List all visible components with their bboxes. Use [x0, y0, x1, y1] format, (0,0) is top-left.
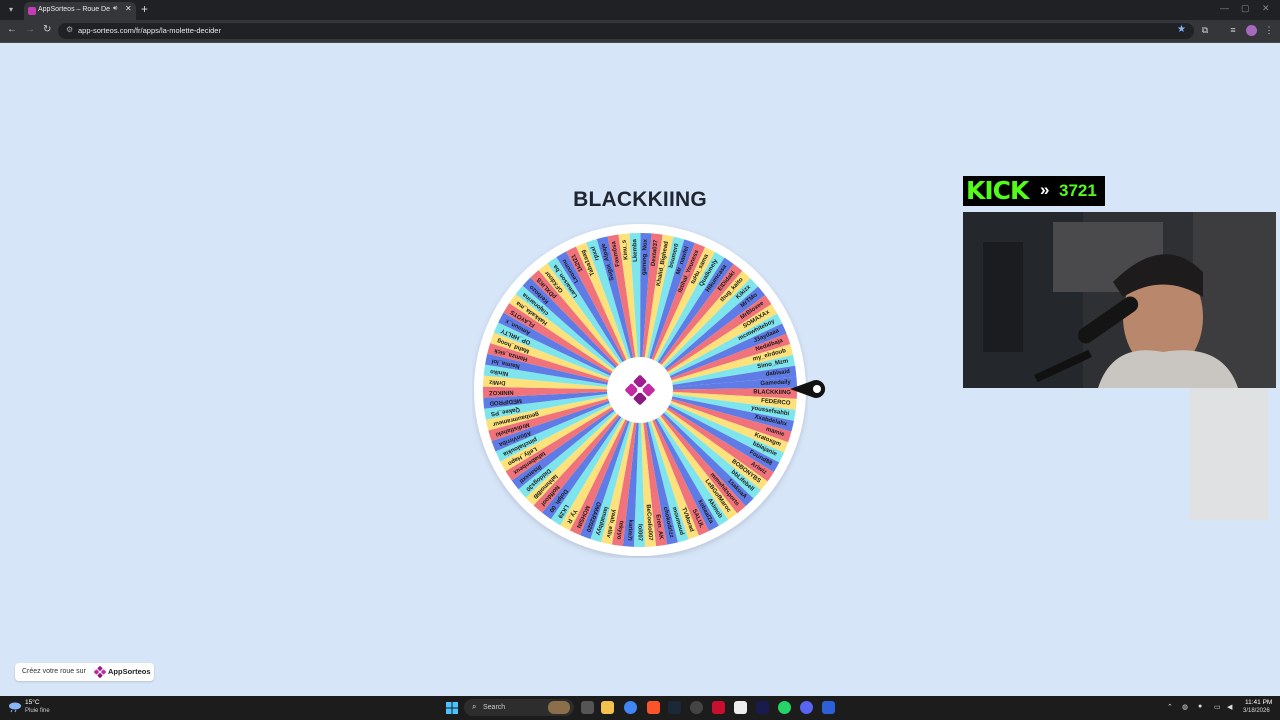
whatsapp-icon[interactable] [778, 701, 791, 714]
microphone-icon[interactable]: ● [1198, 703, 1202, 710]
search-label: Search [483, 704, 506, 711]
steam-icon[interactable] [668, 701, 681, 714]
media-controls-icon[interactable]: ≡ [1228, 25, 1238, 35]
search-icon: ⌕ [472, 702, 477, 711]
bookmark-star-icon[interactable]: ★ [1177, 24, 1186, 35]
back-icon[interactable]: ← [7, 24, 17, 35]
kick-logo: KICK [966, 176, 1029, 205]
minimize-icon[interactable]: — [1220, 3, 1229, 13]
badge-text: Créez votre roue sur [22, 668, 86, 675]
wheel-entry-label: lol007 [636, 524, 642, 542]
page-top-border [0, 42, 1280, 43]
new-tab-icon[interactable]: + [141, 2, 148, 16]
site-info-icon[interactable]: ⚙︎ [66, 25, 73, 34]
clock-date[interactable]: 3/18/2026 [1243, 708, 1270, 714]
browser-toolbar: ← → ↻ ⚙︎ app-sorteos.com/fr/apps/la-mole… [0, 20, 1280, 42]
wheel-entry-label: DrMiz [489, 378, 506, 385]
window-close-icon[interactable]: ✕ [1262, 3, 1270, 14]
weather-rain-icon[interactable] [8, 701, 22, 713]
weather-temp: 15°C [25, 699, 40, 706]
capcut-icon[interactable] [734, 701, 747, 714]
windows-start-icon[interactable] [446, 702, 458, 714]
tab-search-icon[interactable]: ▾ [4, 3, 18, 17]
profile-avatar[interactable] [1246, 25, 1257, 36]
winner-title: BLACKKIING [573, 188, 707, 211]
task-view-icon[interactable] [581, 701, 594, 714]
wheel-entry-label: BLACKKIING [753, 389, 791, 396]
maximize-icon[interactable]: ▢ [1241, 3, 1250, 14]
app-pin-icon[interactable] [822, 701, 835, 714]
kick-follower-counter: KICK » 3721 [963, 176, 1105, 206]
tab-strip: ▾ AppSorteos – Roue De La Chance 🔊︎ ✕ + … [0, 0, 1280, 20]
file-explorer-icon[interactable] [601, 701, 614, 714]
url-text: app-sorteos.com/fr/apps/la-molette-decid… [78, 26, 221, 35]
webcam-overlay [963, 212, 1276, 388]
kick-count: 3721 [1059, 181, 1097, 200]
wheel-pointer [790, 380, 826, 398]
webcam-feed [963, 212, 1276, 388]
appsorteos-badge-logo-icon [94, 666, 106, 678]
weather-condition: Pluie fine [25, 708, 50, 714]
brave-icon[interactable] [647, 701, 660, 714]
discord-icon[interactable] [800, 701, 813, 714]
tray-overflow-icon[interactable]: ⌃ [1167, 703, 1173, 711]
search-highlight-image [548, 701, 570, 714]
forward-icon[interactable]: → [25, 24, 35, 35]
chrome-icon[interactable] [624, 701, 637, 714]
browser-menu-icon[interactable]: ⋮ [1264, 25, 1274, 35]
network-icon[interactable]: ▭ [1214, 703, 1221, 711]
volume-icon[interactable]: ◀ [1227, 703, 1232, 711]
tab-close-icon[interactable]: ✕ [125, 4, 132, 13]
tab-favicon-icon [28, 7, 36, 15]
clock-time[interactable]: 11:41 PM [1245, 699, 1272, 706]
app-a-icon[interactable] [712, 701, 725, 714]
address-bar[interactable]: ⚙︎ app-sorteos.com/fr/apps/la-molette-de… [58, 23, 1194, 39]
badge-brand: AppSorteos [108, 667, 151, 676]
overlay-placeholder-panel [1190, 388, 1268, 520]
decision-wheel[interactable]: GamedailyBLACKKIINGFEDERCOyoussefsahbiXx… [472, 222, 808, 558]
create-wheel-badge[interactable]: Créez votre roue sur AppSorteos [15, 663, 154, 681]
taskbar: 15°C Pluie fine ⌕ Search ⌃ ◍ ● ▭ ◀ 11:41… [0, 696, 1280, 720]
wheel-entry-label: NINIKOZ [489, 389, 514, 395]
premiere-icon[interactable] [756, 701, 769, 714]
wheel-entry-label: Lkemba [632, 238, 639, 262]
active-tab[interactable]: AppSorteos – Roue De La Chance 🔊︎ ✕ [24, 2, 136, 20]
extensions-icon[interactable]: ⧉ [1200, 25, 1210, 35]
tab-title: AppSorteos – Roue De La Chance [38, 6, 112, 13]
taskbar-search[interactable]: ⌕ Search [464, 699, 574, 716]
tray-app-icon[interactable]: ◍ [1182, 703, 1188, 711]
reload-icon[interactable]: ↻ [43, 24, 51, 35]
tab-audio-icon[interactable]: 🔊︎ [113, 5, 117, 13]
obs-icon[interactable] [690, 701, 703, 714]
kick-arrow-icon: » [1040, 180, 1050, 199]
